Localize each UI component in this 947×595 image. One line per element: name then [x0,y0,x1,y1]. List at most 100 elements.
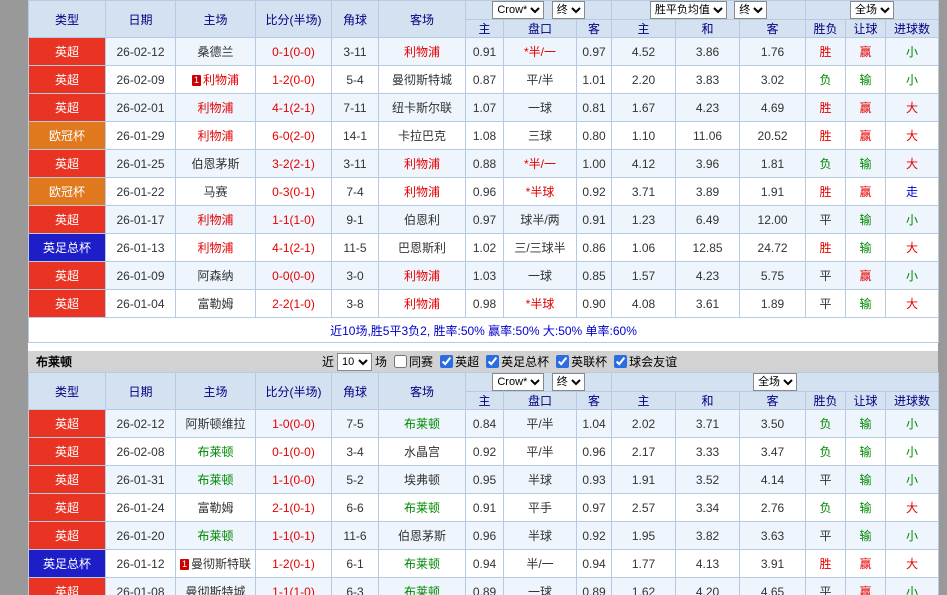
section-title: 布莱顿 [36,353,72,370]
handicap-final-select[interactable]: 终 [552,1,585,19]
filter-league-cup[interactable]: 英联杯 [549,353,607,370]
filter-club-friendly[interactable]: 球会友谊 [607,353,677,370]
fullmatch-controls-header: 全场 [612,373,939,392]
fullmatch-select[interactable]: 全场 [850,1,894,19]
match-score: 0-0(0-0) [256,262,332,290]
home-team: 1利物浦 [176,66,256,94]
match-row: 欧冠杯26-01-29利物浦6-0(2-0)14-1卡拉巴克1.08三球0.80… [29,122,939,150]
team-name: 曼彻斯特城 [185,585,245,595]
league-cup-checkbox[interactable] [556,355,569,368]
match-row: 英超26-01-25伯恩茅斯3-2(2-1)3-11利物浦0.88*半/一1.0… [29,150,939,178]
team-name: 伯恩茅斯 [398,529,446,543]
wdl-result: 胜 [806,122,846,150]
avg-final-select[interactable]: 终 [734,1,767,19]
filter-premier-league[interactable]: 英超 [433,353,479,370]
wdl-average-select[interactable]: 胜平负均值 [650,1,727,19]
league-badge: 英超 [29,466,106,494]
premier-league-checkbox[interactable] [440,355,453,368]
corner-count: 3-11 [332,38,379,66]
wdl-result: 平 [806,290,846,318]
match-date: 26-01-31 [106,466,176,494]
col-goals-result: 进球数 [886,20,939,38]
handicap-result: 输 [846,466,886,494]
team-name: 富勒姆 [197,501,233,515]
same-league-checkbox[interactable] [394,355,407,368]
wdl-result: 负 [806,410,846,438]
away-win-odds: 4.65 [740,578,806,595]
col-corner: 角球 [332,373,379,410]
bookmaker-select-2[interactable]: Crow* [492,373,544,391]
home-team: 利物浦 [176,94,256,122]
away-handicap-odds: 0.89 [577,578,612,595]
match-date: 26-02-12 [106,38,176,66]
team-name: 布莱顿 [404,417,440,431]
page: 类型 日期 主场 比分(半场) 角球 客场 Crow* 终 胜平负均值 终 全场 [28,0,938,595]
draw-odds: 6.49 [676,206,740,234]
draw-odds: 3.82 [676,522,740,550]
goals-result: 大 [886,550,939,578]
away-team: 布莱顿 [379,494,466,522]
league-badge: 英超 [29,38,106,66]
match-date: 26-01-20 [106,522,176,550]
draw-odds: 3.89 [676,178,740,206]
goals-result: 小 [886,38,939,66]
away-team: 伯恩茅斯 [379,522,466,550]
handicap-line: *半球 [504,178,577,206]
home-handicap-odds: 0.94 [466,550,504,578]
col-lose: 客 [740,392,806,410]
handicap-result: 输 [846,522,886,550]
team-name: 利物浦 [197,129,233,143]
match-score: 4-1(2-1) [256,234,332,262]
away-win-odds: 3.91 [740,550,806,578]
away-handicap-odds: 0.97 [577,38,612,66]
match-score: 1-2(0-0) [256,66,332,94]
team-name: 布莱顿 [197,473,233,487]
league-badge: 英超 [29,206,106,234]
home-handicap-odds: 0.84 [466,410,504,438]
wdl-result: 负 [806,494,846,522]
fa-cup-checkbox[interactable] [486,355,499,368]
col-handicap-line: 盘口 [504,392,577,410]
match-row: 英超26-01-24富勒姆2-1(0-1)6-6布莱顿0.91平手0.972.5… [29,494,939,522]
away-handicap-odds: 0.92 [577,522,612,550]
away-handicap-odds: 0.97 [577,494,612,522]
away-handicap-odds: 1.04 [577,410,612,438]
away-handicap-odds: 0.86 [577,234,612,262]
home-win-odds: 1.67 [612,94,676,122]
goals-result: 大 [886,94,939,122]
match-date: 26-01-22 [106,178,176,206]
away-win-odds: 5.75 [740,262,806,290]
league-badge: 英超 [29,578,106,595]
goals-result: 小 [886,206,939,234]
col-date: 日期 [106,373,176,410]
recent-count-select[interactable]: 10 [337,353,372,371]
team-name: 巴恩斯利 [398,241,446,255]
draw-odds: 3.86 [676,38,740,66]
handicap-line: 平/半 [504,438,577,466]
handicap-result: 输 [846,438,886,466]
draw-odds: 3.52 [676,466,740,494]
col-corner: 角球 [332,1,379,38]
corner-count: 6-6 [332,494,379,522]
filter-fa-cup[interactable]: 英足总杯 [479,353,549,370]
handicap-line: 三球 [504,122,577,150]
match-score: 1-0(0-0) [256,410,332,438]
col-lose: 客 [740,20,806,38]
home-team: 利物浦 [176,234,256,262]
draw-odds: 4.23 [676,94,740,122]
goals-result: 小 [886,262,939,290]
away-team: 利物浦 [379,178,466,206]
away-team: 埃弗顿 [379,466,466,494]
club-friendly-checkbox[interactable] [614,355,627,368]
wdl-result: 胜 [806,234,846,262]
handicap-final-select-2[interactable]: 终 [552,373,585,391]
match-date: 26-02-09 [106,66,176,94]
bookmaker-select[interactable]: Crow* [492,1,544,19]
brighton-matches-table: 类型 日期 主场 比分(半场) 角球 客场 Crow* 终 全场 主 盘口 客 … [28,372,939,595]
handicap-result: 输 [846,66,886,94]
handicap-line: 平/半 [504,410,577,438]
fullmatch-select-2[interactable]: 全场 [753,373,797,391]
home-team: 马赛 [176,178,256,206]
home-win-odds: 2.20 [612,66,676,94]
team-name: 卡拉巴克 [398,129,446,143]
